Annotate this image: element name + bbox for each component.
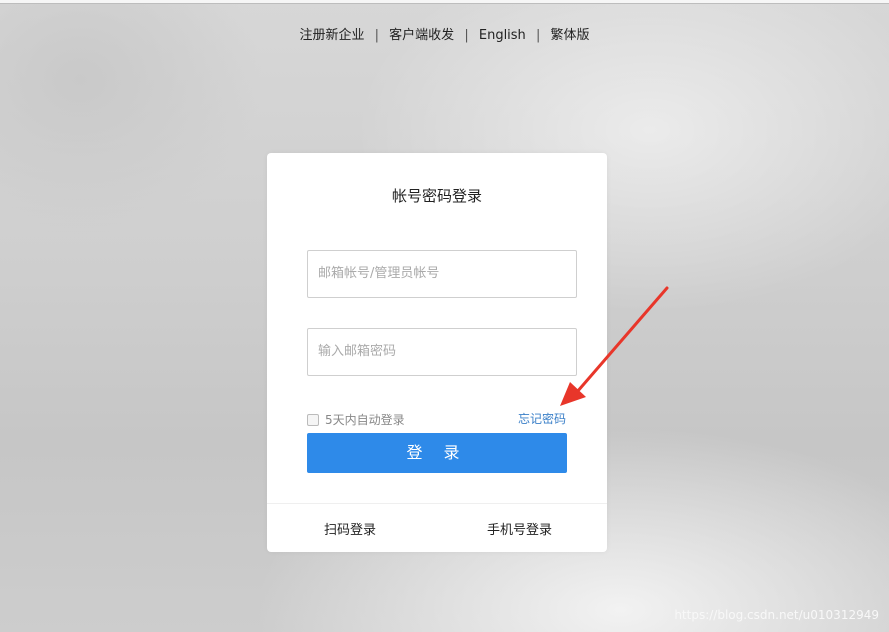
remember-checkbox[interactable] — [307, 413, 319, 426]
client-mail-link[interactable]: 客户端收发 — [389, 28, 454, 43]
divider — [267, 503, 607, 504]
traditional-chinese-link[interactable]: 繁体版 — [550, 28, 589, 43]
qr-login-link[interactable]: 扫码登录 — [324, 519, 376, 538]
watermark: https://blog.csdn.net/u010312949 — [674, 608, 879, 622]
english-link[interactable]: English — [479, 28, 526, 43]
username-input[interactable]: 邮箱帐号/管理员帐号 — [307, 250, 577, 298]
login-title: 帐号密码登录 — [391, 187, 482, 205]
top-border — [0, 0, 889, 4]
remember-login[interactable]: 5天内自动登录 — [307, 411, 405, 428]
separator: | — [535, 28, 541, 43]
password-input[interactable]: 输入邮箱密码 — [307, 328, 577, 376]
phone-login-link[interactable]: 手机号登录 — [487, 519, 552, 538]
remember-label: 5天内自动登录 — [325, 413, 405, 427]
login-card: 帐号密码登录 邮箱帐号/管理员帐号 输入邮箱密码 5天内自动登录 忘记密码 登 … — [267, 153, 607, 552]
forgot-password-link[interactable]: 忘记密码 — [518, 410, 566, 427]
separator: | — [374, 28, 380, 43]
separator: | — [464, 28, 469, 43]
register-enterprise-link[interactable]: 注册新企业 — [299, 28, 364, 43]
top-nav: 注册新企业 | 客户端收发 | English | 繁体版 — [0, 24, 889, 43]
login-button[interactable]: 登 录 — [307, 433, 567, 473]
